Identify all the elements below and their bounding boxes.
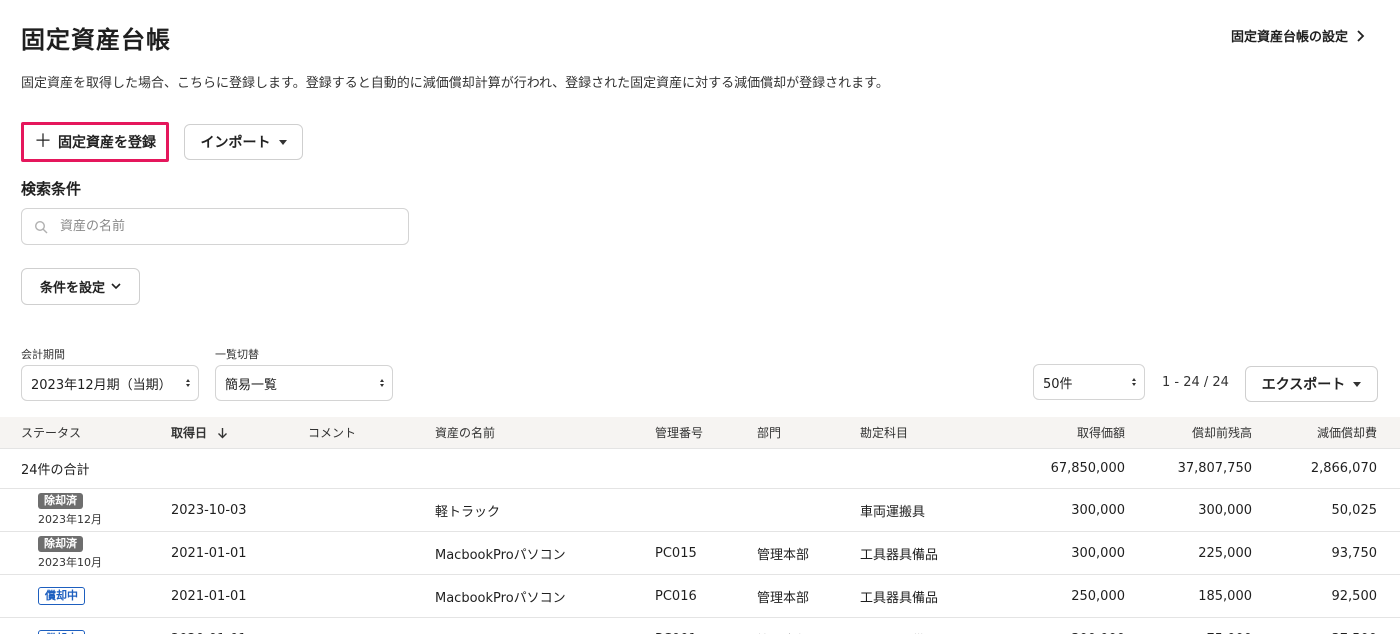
page-title: 固定資産台帳	[21, 26, 171, 54]
caret-down-icon	[1353, 381, 1362, 387]
account-cell: 工具器具備品	[860, 590, 939, 606]
pre-depreciation-balance-cell: 300,000	[1198, 502, 1252, 518]
status-cell: 償却中	[38, 575, 85, 617]
pre-depreciation-balance-cell: 185,000	[1198, 588, 1252, 604]
column-account: 勘定科目	[860, 426, 909, 440]
asset-name-cell: MacbookProパソコン	[435, 547, 566, 563]
asset-name-cell: MacbookProパソコン	[435, 590, 566, 606]
status-badge: 償却中	[38, 587, 85, 605]
plus-icon: ＋	[34, 131, 52, 152]
column-department: 部門	[757, 426, 782, 440]
acquired-date-cell: 2021-01-01	[171, 545, 247, 561]
status-date: 2023年10月	[38, 556, 102, 569]
asset-name-search-input[interactable]	[60, 219, 380, 234]
period-value: 2023年12月期（当期）	[31, 377, 172, 393]
caret-down-icon	[278, 139, 287, 145]
period-select[interactable]: 2023年12月期（当期）	[21, 365, 199, 401]
export-label: エクスポート	[1261, 377, 1346, 393]
pre-depreciation-balance-cell: 75,000	[1207, 618, 1253, 634]
account-cell: 工具器具備品	[860, 618, 938, 634]
acquired-date-cell: 2021-01-01	[171, 588, 247, 604]
department-cell: 管理本部	[757, 618, 809, 634]
depreciation-expense-cell: 92,500	[1331, 588, 1378, 604]
column-acquisition-cost: 取得価額	[1076, 426, 1125, 440]
depreciation-expense-cell: 37,500	[1332, 618, 1378, 634]
view-switch-select[interactable]: 簡易一覧	[215, 365, 393, 401]
register-asset-button[interactable]: ＋ 固定資産を登録	[21, 122, 169, 162]
ledger-settings-link[interactable]: 固定資産台帳の設定	[1231, 26, 1366, 45]
status-cell: 除却済 2023年12月	[38, 489, 102, 531]
total-depreciation-expense: 2,866,070	[1310, 461, 1377, 476]
select-arrows-icon	[186, 379, 190, 387]
column-acquired-date-label: 取得日	[171, 426, 208, 440]
management-no-cell: PC016	[655, 588, 697, 604]
status-cell: 除却済 2023年10月	[38, 532, 102, 574]
total-pre-depreciation-balance: 37,807,750	[1177, 461, 1252, 476]
management-no-cell: PC001	[655, 618, 697, 634]
asset-name-cell: HPパソコン	[435, 618, 505, 634]
pagination-info: 1 - 24 / 24	[1162, 375, 1229, 390]
search-box	[21, 208, 409, 245]
status-date: 2023年12月	[38, 513, 102, 526]
acquisition-cost-cell: 300,000	[1071, 545, 1125, 561]
view-switch-label: 一覧切替	[215, 348, 259, 361]
total-label: 24件の合計	[21, 463, 90, 478]
account-cell: 車両運搬具	[860, 504, 926, 520]
table-row[interactable]: 除却済 2023年10月 2021-01-01 MacbookProパソコン P…	[0, 532, 1400, 575]
search-heading: 検索条件	[21, 180, 82, 198]
column-comment: コメント	[308, 426, 357, 440]
acquired-date-cell: 2023-10-03	[171, 502, 247, 518]
import-label: インポート	[200, 135, 271, 151]
department-cell: 管理本部	[757, 590, 810, 606]
column-status: ステータス	[21, 426, 82, 440]
total-acquisition-cost: 67,850,000	[1050, 461, 1125, 476]
acquisition-cost-cell: 300,000	[1071, 618, 1125, 634]
depreciation-expense-cell: 50,025	[1331, 502, 1378, 518]
status-badge: 償却中	[38, 630, 85, 634]
column-pre-depreciation-balance: 償却前残高	[1191, 426, 1252, 440]
status-cell: 償却中	[38, 618, 85, 634]
table-row[interactable]: 除却済 2023年12月 2023-10-03 軽トラック 車両運搬具 300,…	[0, 489, 1400, 532]
set-conditions-label: 条件を設定	[39, 281, 105, 296]
table-body: 除却済 2023年12月 2023-10-03 軽トラック 車両運搬具 300,…	[0, 489, 1400, 634]
export-button[interactable]: エクスポート	[1245, 366, 1378, 402]
asset-name-cell: 軽トラック	[435, 504, 501, 520]
depreciation-expense-cell: 93,750	[1331, 545, 1378, 561]
select-arrows-icon	[1132, 378, 1136, 386]
department-cell: 管理本部	[757, 547, 810, 563]
pre-depreciation-balance-cell: 225,000	[1198, 545, 1252, 561]
asset-ledger-table: ステータス 取得日 コメント 資産の名前 管理番号 部門 勘定科目 取得価額 償…	[0, 417, 1400, 634]
acquired-date-cell: 2020-01-01	[171, 618, 247, 634]
page-description: 固定資産を取得した場合、こちらに登録します。登録すると自動的に減価償却計算が行わ…	[21, 76, 889, 91]
per-page-select[interactable]: 50件	[1033, 364, 1145, 400]
view-switch-value: 簡易一覧	[225, 377, 278, 393]
account-cell: 工具器具備品	[860, 547, 939, 563]
column-asset-name: 資産の名前	[435, 426, 496, 440]
management-no-cell: PC015	[655, 545, 697, 561]
period-label: 会計期間	[21, 348, 65, 361]
arrow-down-icon	[218, 427, 228, 438]
table-total-row: 24件の合計 67,850,000 37,807,750 2,866,070	[0, 449, 1400, 489]
status-badge: 除却済	[38, 493, 83, 509]
import-button[interactable]: インポート	[184, 124, 303, 160]
per-page-value: 50件	[1043, 376, 1073, 392]
column-management-no: 管理番号	[655, 426, 704, 440]
acquisition-cost-cell: 250,000	[1071, 588, 1125, 604]
table-header-row: ステータス 取得日 コメント 資産の名前 管理番号 部門 勘定科目 取得価額 償…	[0, 417, 1400, 449]
column-depreciation-expense: 減価償却費	[1316, 426, 1377, 440]
register-asset-label: 固定資産を登録	[58, 135, 156, 151]
ledger-settings-label: 固定資産台帳の設定	[1230, 30, 1348, 45]
status-badge: 除却済	[38, 536, 83, 552]
table-row[interactable]: 償却中 2021-01-01 MacbookProパソコン PC016 管理本部…	[0, 575, 1400, 618]
table-row[interactable]: 償却中 2020-01-01 HPパソコン PC001 管理本部 工具器具備品 …	[0, 618, 1400, 634]
search-icon	[34, 220, 48, 233]
select-arrows-icon	[380, 379, 384, 387]
chevron-right-icon	[1357, 29, 1365, 42]
acquisition-cost-cell: 300,000	[1071, 502, 1125, 518]
chevron-down-icon	[111, 283, 121, 290]
set-conditions-button[interactable]: 条件を設定	[21, 268, 140, 305]
column-acquired-date[interactable]: 取得日	[171, 417, 228, 448]
